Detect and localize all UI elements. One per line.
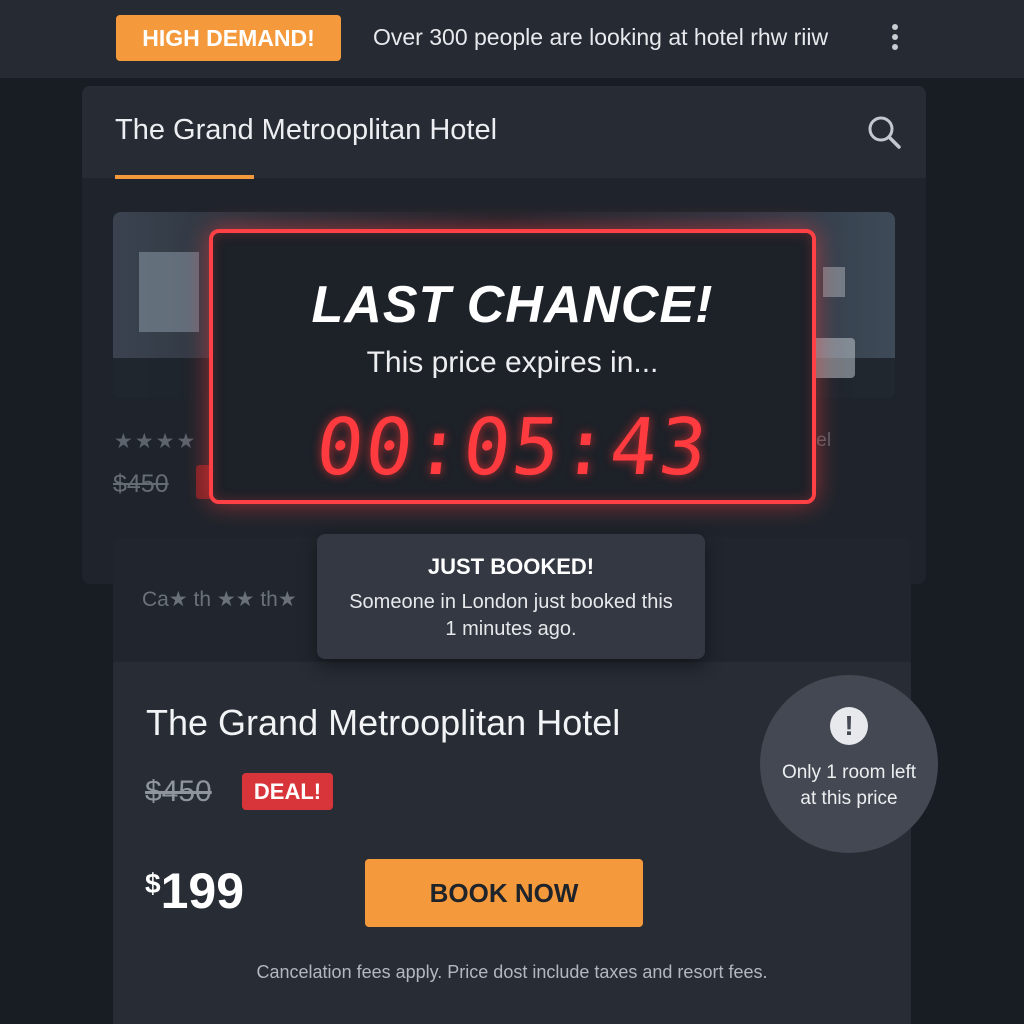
- price-amount: 199: [160, 863, 245, 919]
- exclamation-icon: !: [830, 707, 868, 745]
- active-tab-indicator: [115, 175, 254, 179]
- current-price: $199: [145, 862, 244, 920]
- toast-message-line2: 1 minutes ago.: [445, 618, 577, 640]
- scarcity-line1: Only 1 room left: [781, 762, 917, 783]
- high-demand-badge: HIGH DEMAND!: [116, 15, 341, 61]
- book-now-button[interactable]: BOOK NOW: [365, 859, 643, 927]
- background-old-price: $450: [113, 470, 169, 498]
- fee-disclaimer: Cancelation fees apply. Price dost inclu…: [256, 962, 768, 982]
- star-rating: ★★★★: [114, 430, 198, 453]
- page-title: The Grand Metrooplitan Hotel: [115, 114, 498, 146]
- countdown-modal: LAST CHANCE! This price expires in... 00…: [209, 229, 816, 504]
- faded-rating-row: Ca★ th ★★ th★: [142, 588, 297, 611]
- toast-title: JUST BOOKED!: [427, 554, 595, 579]
- search-icon[interactable]: [864, 112, 904, 152]
- deal-badge: DEAL!: [242, 773, 333, 810]
- old-price: $450: [145, 775, 212, 808]
- scarcity-line2: at this price: [800, 788, 898, 809]
- hotel-name: The Grand Metrooplitan Hotel: [146, 702, 621, 743]
- more-vertical-icon[interactable]: [886, 24, 904, 52]
- countdown-title: LAST CHANCE!: [311, 276, 714, 334]
- countdown-subtitle: This price expires in...: [366, 346, 659, 379]
- just-booked-toast: JUST BOOKED! Someone in London just book…: [317, 534, 705, 659]
- demand-message: Over 300 people are looking at hotel rhw…: [373, 24, 829, 50]
- price-currency: $: [145, 868, 161, 899]
- countdown-timer: 00:05:43: [311, 403, 714, 493]
- toast-message-line1: Someone in London just booked this: [349, 591, 673, 613]
- scarcity-badge: ! Only 1 room left at this price: [760, 675, 938, 853]
